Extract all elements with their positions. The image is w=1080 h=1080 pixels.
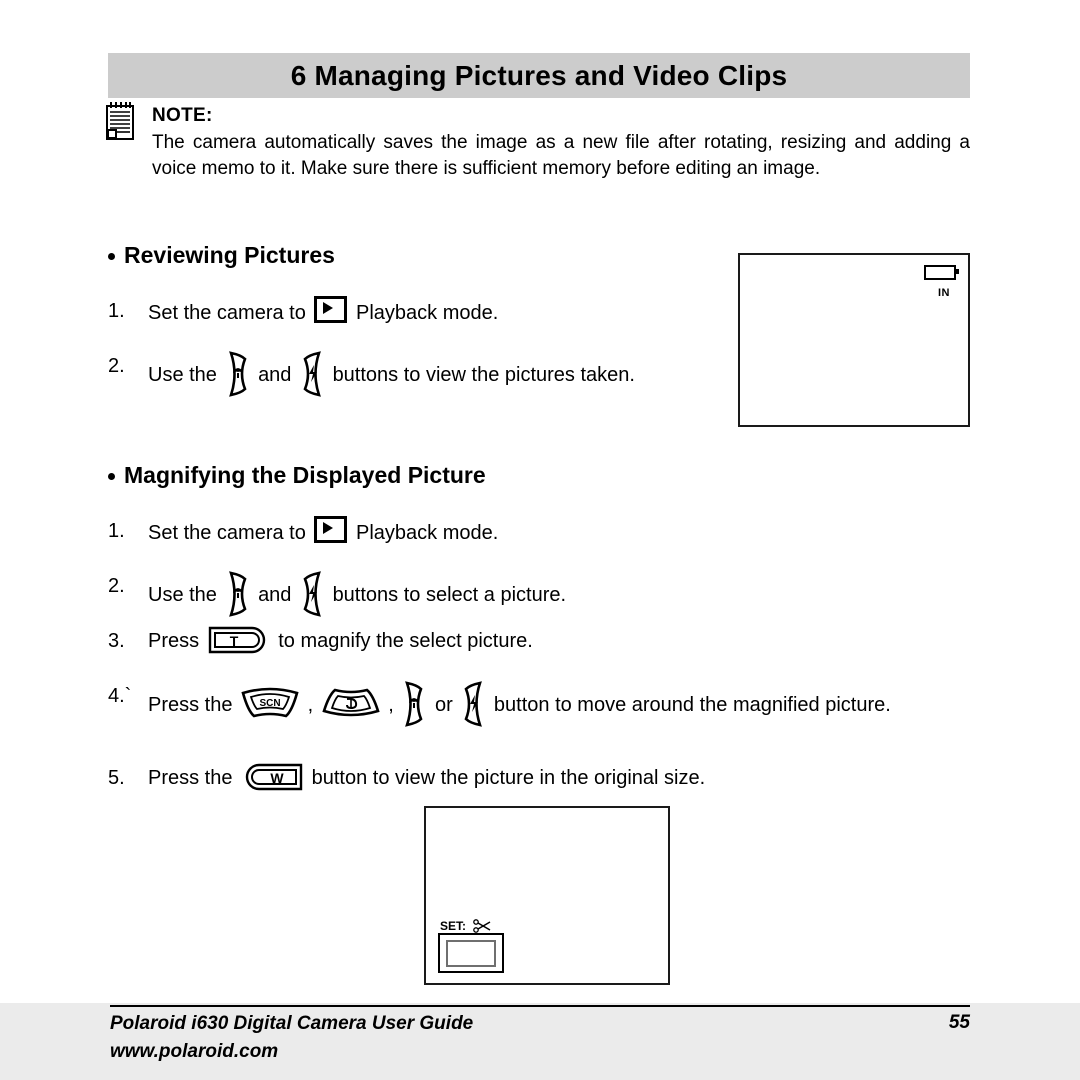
svg-text:T: T [229,633,238,649]
playback-mode-icon [314,516,348,543]
footer-website: www.polaroid.com [110,1041,279,1062]
crop-region-inner [446,940,496,967]
flash-right-button-icon [303,351,321,397]
comma-separator: , [388,694,394,716]
step-review-2: 2. Use the and buttons to view the pictu… [108,351,708,397]
lcd-preview-playback: IN [738,253,970,427]
scissors-icon [473,919,491,933]
page-title: 6 Managing Pictures and Video Clips [290,60,788,91]
svg-text:W: W [270,770,284,786]
step-number: 1. [108,300,125,322]
battery-icon [924,265,959,280]
notepad-icon [106,102,134,140]
step-magnify-3: 3. Press T to magnify the select picture… [108,626,728,656]
zoom-wide-button-icon[interactable]: W [241,763,303,791]
page-number: 55 [948,1012,970,1033]
zoom-tele-button-icon[interactable]: T [208,626,270,654]
step-magnify-1: 1. Set the camera to Playback mode. [108,516,728,548]
manual-page: 6 Managing Pictures and Video Clips NOTE… [0,0,1080,1080]
macro-left-button-icon [228,351,247,397]
step-text-after: button to move around the magnified pict… [493,694,891,716]
step-magnify-4: 4.` Press the SCN , , or button to move … [108,681,970,727]
step-text-or: or [434,694,453,716]
memory-label: IN [938,287,950,299]
step-number: 2. [108,575,125,597]
scene-mode-button-icon[interactable]: SCN [240,687,300,719]
note-label: NOTE: [152,105,213,126]
macro-left-button-icon[interactable] [401,681,427,727]
step-text-before: Use the [148,364,217,386]
step-number: 1. [108,520,125,542]
lcd-set-row: SET: [440,919,491,933]
step-text-after: Playback mode. [356,302,499,324]
macro-left-button-icon [228,571,247,617]
note-body: The camera automatically saves the image… [152,132,970,179]
step-text-before: Set the camera to [148,302,306,324]
section-heading-reviewing-pictures: Reviewing Pictures [108,242,335,269]
step-text-before: Press the [148,694,233,716]
step-magnify-5: 5. Press the W button to view the pictur… [108,763,970,793]
step-text-before: Press the [148,767,233,789]
flash-right-button-icon [303,571,321,617]
footer-guide-title: Polaroid i630 Digital Camera User Guide [110,1013,474,1034]
step-text-after: button to view the picture in the origin… [311,767,706,789]
step-text-before: Press [148,630,200,652]
self-timer-button-icon[interactable] [321,687,381,719]
crop-region-indicator [438,933,504,973]
step-text-after: to magnify the select picture. [278,630,533,652]
bullet-icon [108,253,115,260]
step-review-1: 1. Set the camera to Playback mode. [108,296,728,328]
section-heading-label: Magnifying the Displayed Picture [124,462,486,488]
step-text-middle: and [258,584,292,606]
playback-mode-icon [314,296,348,323]
flash-right-button-icon[interactable] [460,681,486,727]
svg-text:SCN: SCN [259,698,280,709]
step-number: 3. [108,630,125,652]
footer-text: Polaroid i630 Digital Camera User Guide … [110,1010,473,1066]
set-label: SET: [440,919,467,933]
step-text-before: Set the camera to [148,522,306,544]
comma-separator: , [307,694,314,716]
step-text-after: Playback mode. [356,522,499,544]
step-magnify-2: 2. Use the and buttons to select a pictu… [108,571,728,617]
step-number: 4.` [108,685,132,707]
section-heading-magnifying-displayed-picture: Magnifying the Displayed Picture [108,462,486,489]
footer-divider [110,1005,970,1007]
step-text-after: buttons to view the pictures taken. [332,364,635,386]
bullet-icon [108,473,115,480]
section-heading-label: Reviewing Pictures [124,242,335,268]
step-number: 5. [108,767,125,789]
lcd-preview-magnified: SET: [424,806,670,985]
step-text-after: buttons to select a picture. [332,584,567,606]
step-number: 2. [108,355,125,377]
step-text-before: Use the [148,584,217,606]
step-text-middle: and [258,364,292,386]
